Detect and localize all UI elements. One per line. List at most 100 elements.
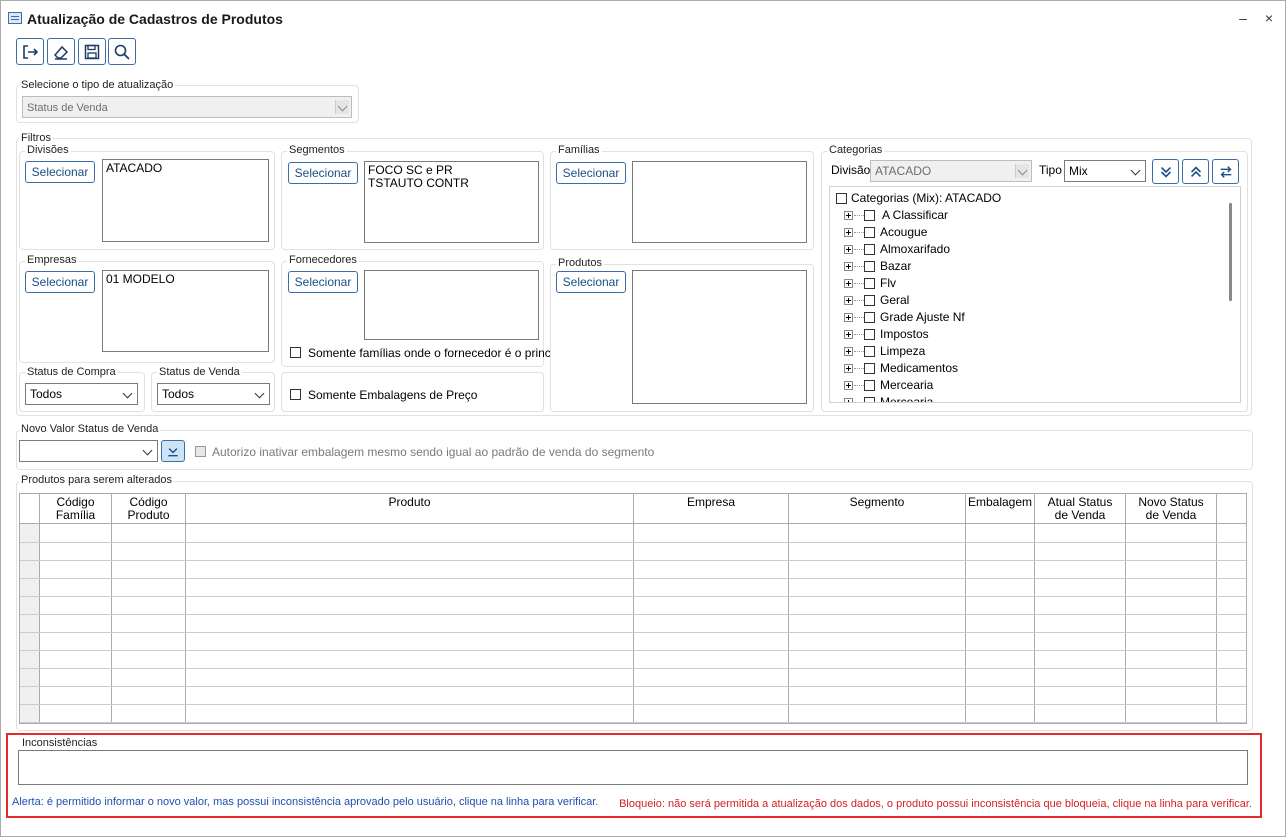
double-chevron-up-icon <box>1190 165 1201 177</box>
list-item[interactable]: 01 MODELO <box>106 273 265 286</box>
apply-value-button[interactable] <box>161 440 185 462</box>
tree-item-label[interactable]: Grade Ajuste Nf <box>880 310 965 327</box>
tree-item-label[interactable]: Geral <box>880 293 909 310</box>
column-header[interactable]: Código Família <box>40 494 112 524</box>
select-empresas-button[interactable]: Selecionar <box>25 271 95 293</box>
status-venda-label: Status de Venda <box>157 366 242 378</box>
tree-item-label[interactable]: Limpeza <box>880 344 925 361</box>
tree-expand-icon[interactable] <box>844 381 853 390</box>
only-price-pack-checkbox[interactable] <box>290 389 301 400</box>
status-venda-select[interactable]: Todos <box>157 383 270 405</box>
tree-expand-icon[interactable] <box>844 398 853 402</box>
only-principal-checkbox[interactable] <box>290 347 301 358</box>
tree-expand-icon[interactable] <box>844 279 853 288</box>
filters-label: Filtros <box>19 132 53 144</box>
tree-root-label[interactable]: Categorias (Mix): ATACADO <box>851 191 1001 208</box>
column-header[interactable]: Novo Status de Venda <box>1126 494 1217 524</box>
tree-item-checkbox[interactable] <box>864 312 875 323</box>
exit-button[interactable] <box>16 38 44 65</box>
column-header[interactable]: Embalagem <box>966 494 1035 524</box>
tree-expand-icon[interactable] <box>844 330 853 339</box>
tree-expand-icon[interactable] <box>844 228 853 237</box>
tree-expand-icon[interactable] <box>844 364 853 373</box>
search-button[interactable] <box>108 38 136 65</box>
chevron-down-icon <box>121 387 135 401</box>
tree-item-label[interactable]: Medicamentos <box>880 361 958 378</box>
grid-column-line <box>185 524 186 723</box>
tree-item-label[interactable]: Flv <box>880 276 896 293</box>
column-header[interactable]: Atual Status de Venda <box>1035 494 1126 524</box>
tree-item-label[interactable]: Impostos <box>880 327 929 344</box>
tree-item-checkbox[interactable] <box>864 278 875 289</box>
column-header[interactable]: Empresa <box>634 494 789 524</box>
tree-expand-icon[interactable] <box>844 262 853 271</box>
tree-connector <box>854 334 864 335</box>
tree-root-checkbox[interactable] <box>836 193 847 204</box>
tree-item-checkbox[interactable] <box>864 346 875 357</box>
segmentos-list[interactable]: FOCO SC e PR TSTAUTO CONTR <box>364 161 539 243</box>
select-divisoes-button[interactable]: Selecionar <box>25 161 95 183</box>
tree-expand-icon[interactable] <box>844 313 853 322</box>
empresas-list[interactable]: 01 MODELO <box>102 270 269 352</box>
tree-connector <box>854 215 864 216</box>
tree-item-checkbox[interactable] <box>864 363 875 374</box>
column-header[interactable]: Segmento <box>789 494 966 524</box>
inconsistencias-list[interactable] <box>18 750 1248 785</box>
tree-expand-icon[interactable] <box>844 347 853 356</box>
fornecedores-list[interactable] <box>364 270 539 340</box>
categoria-divisao-select[interactable]: ATACADO <box>870 160 1032 182</box>
tree-item-checkbox[interactable] <box>864 210 875 221</box>
familias-list[interactable] <box>632 161 807 243</box>
table-row <box>20 614 1246 615</box>
select-fornecedores-button[interactable]: Selecionar <box>288 271 358 293</box>
authorize-label: Autorizo inativar embalagem mesmo sendo … <box>212 445 655 459</box>
table-row <box>20 596 1246 597</box>
tree-item-label[interactable]: Mercearia <box>880 378 933 395</box>
update-type-select[interactable]: Status de Venda <box>22 96 352 118</box>
list-item[interactable]: TSTAUTO CONTR <box>368 177 535 190</box>
tree-item-label[interactable]: Bazar <box>880 259 911 276</box>
swap-button[interactable] <box>1212 159 1239 184</box>
tree-item-checkbox[interactable] <box>864 380 875 391</box>
close-button[interactable]: × <box>1259 8 1279 28</box>
grid-column-line <box>1216 524 1217 723</box>
tree-item-checkbox[interactable] <box>864 397 875 402</box>
chevron-down-icon <box>1129 164 1143 178</box>
select-segmentos-button[interactable]: Selecionar <box>288 162 358 184</box>
save-button[interactable] <box>78 38 106 65</box>
tree-item-checkbox[interactable] <box>864 329 875 340</box>
tree-expand-icon[interactable] <box>844 296 853 305</box>
update-type-label: Selecione o tipo de atualização <box>19 79 176 91</box>
tree-item-label[interactable]: A Classificar <box>882 208 948 225</box>
categorias-tree[interactable]: Categorias (Mix): ATACADO A Classificar A… <box>829 186 1241 403</box>
products-grid[interactable]: Código Família Código Produto Produto Empresa… <box>19 493 1247 724</box>
clear-button[interactable] <box>47 38 75 65</box>
tree-expand-icon[interactable] <box>844 245 853 254</box>
divisoes-list[interactable]: ATACADO <box>102 159 269 242</box>
column-header[interactable]: Produto <box>186 494 634 524</box>
select-produtos-button[interactable]: Selecionar <box>556 271 626 293</box>
status-compra-select[interactable]: Todos <box>25 383 138 405</box>
categoria-tipo-select[interactable]: Mix <box>1064 160 1146 182</box>
tree-item-checkbox[interactable] <box>864 244 875 255</box>
tree-expand-icon[interactable] <box>844 211 853 220</box>
tree-item-label[interactable]: Mercearia <box>880 395 933 402</box>
collapse-all-button[interactable] <box>1182 159 1209 184</box>
tree-item-checkbox[interactable] <box>864 295 875 306</box>
tree-scrollbar[interactable] <box>1229 203 1232 301</box>
tree-item-label[interactable]: Almoxarifado <box>880 242 950 259</box>
main-window: Atualização de Cadastros de Produtos – ×… <box>0 0 1286 837</box>
grid-column-line <box>788 524 789 723</box>
minimize-button[interactable]: – <box>1233 8 1253 28</box>
list-item[interactable]: ATACADO <box>106 162 265 175</box>
authorize-checkbox[interactable] <box>195 446 206 457</box>
column-header[interactable]: Código Produto <box>112 494 186 524</box>
produtos-list[interactable] <box>632 270 807 404</box>
select-familias-button[interactable]: Selecionar <box>556 162 626 184</box>
tree-item-checkbox[interactable] <box>864 227 875 238</box>
table-row <box>20 632 1246 633</box>
tree-item-label[interactable]: Acougue <box>880 225 927 242</box>
expand-all-button[interactable] <box>1152 159 1179 184</box>
tree-item-checkbox[interactable] <box>864 261 875 272</box>
novo-valor-select[interactable] <box>19 440 158 462</box>
